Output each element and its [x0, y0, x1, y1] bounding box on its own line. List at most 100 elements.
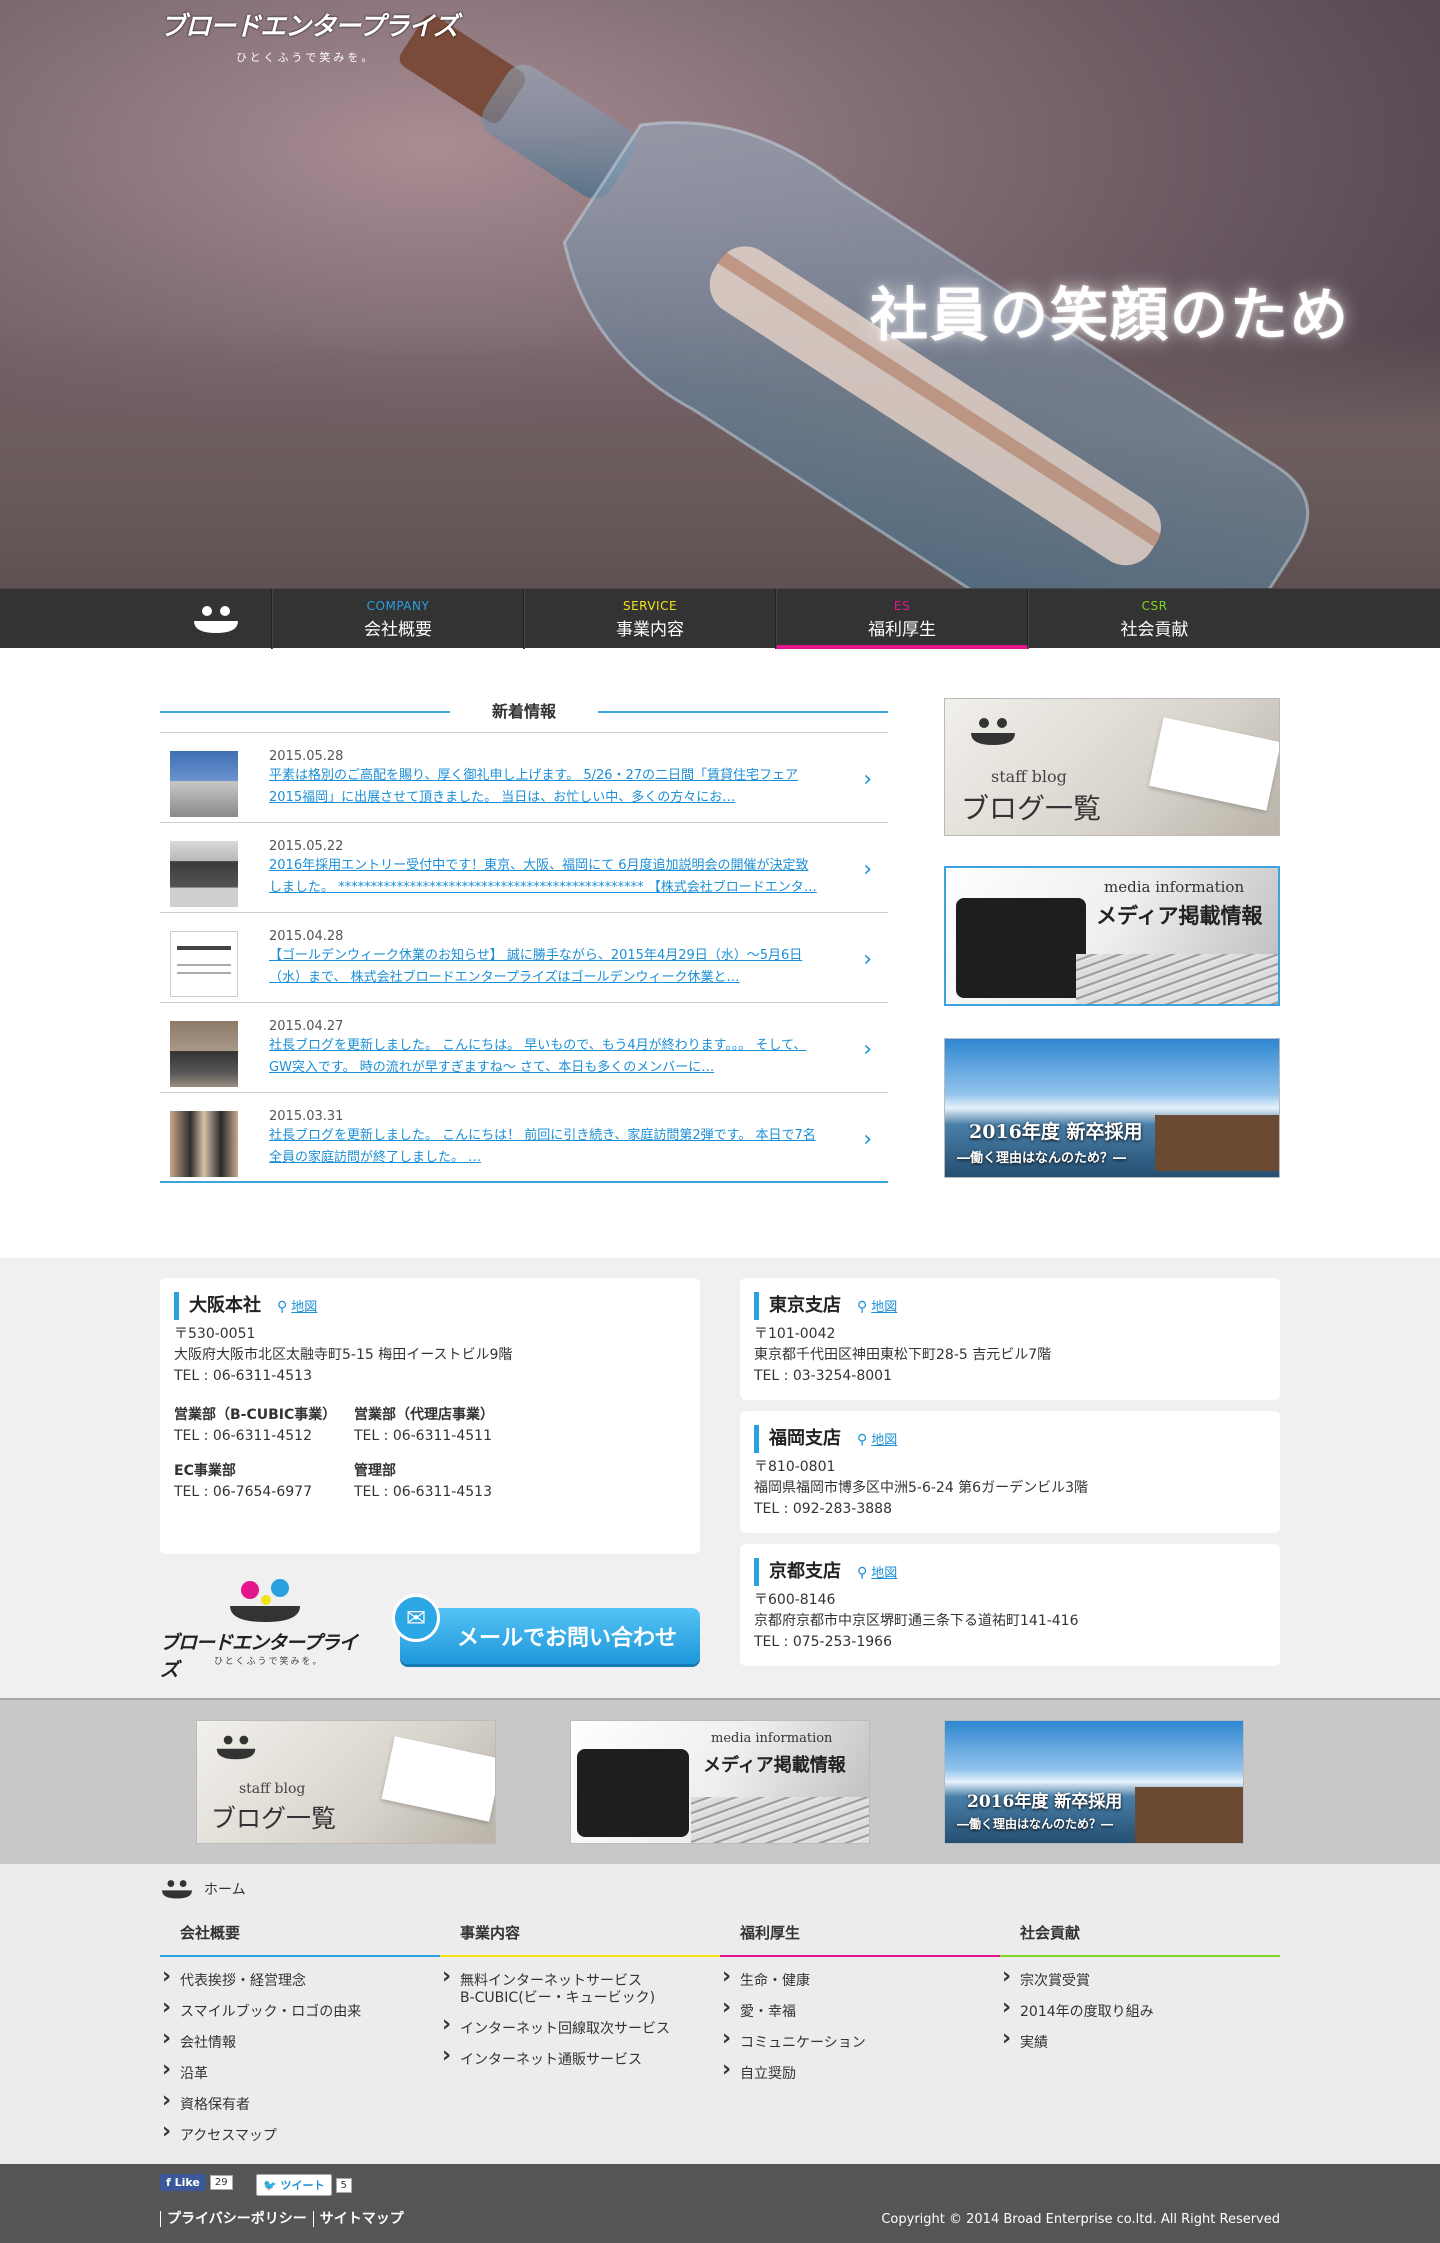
facebook-like-label: Like: [174, 2176, 200, 2189]
recruit-banner-small[interactable]: 2016年度 新卒採用 ―働く理由はなんのため？―: [944, 1720, 1244, 1844]
office-tel: TEL : 075-253-1966: [754, 1634, 892, 1650]
map-link[interactable]: 地図: [871, 1433, 897, 1448]
news-item[interactable]: 2015.03.31 社長ブログを更新しました。 こんにちは！ 前回に引き続き、…: [160, 1093, 888, 1183]
site-logo[interactable]: ブロードエンタープライズ ひとくふうで笑みを。: [160, 6, 470, 68]
sitemap-link[interactable]: 2014年の度取り組み: [1000, 1996, 1280, 2027]
nav-company[interactable]: COMPANY 会社概要: [272, 589, 524, 649]
nav-csr[interactable]: CSR 社会貢献: [1028, 589, 1280, 649]
news-item[interactable]: 2015.05.22 2016年採用エントリー受付中です！東京、大阪、福岡にて …: [160, 823, 888, 913]
sitemap-link[interactable]: 会社情報: [160, 2027, 440, 2058]
news-item[interactable]: 2015.04.28 【ゴールデンウィーク休業のお知らせ】 誠に勝手ながら、20…: [160, 913, 888, 1003]
media-banner-jp: メディア掲載情報: [1096, 903, 1263, 928]
footer-logo-tagline: ひとくふうで笑みを。: [214, 1657, 324, 1667]
facebook-like-button[interactable]: f Like: [160, 2174, 206, 2191]
sitemap-col-title: 福利厚生: [720, 1922, 1000, 1957]
sitemap-col-service: 事業内容 無料インターネットサービス B-CUBIC(ビー・キュービック) イン…: [440, 1922, 720, 2075]
media-banner-en: media information: [1104, 878, 1245, 896]
facebook-like-count: 29: [209, 2175, 233, 2190]
news-thumbnail: [170, 751, 238, 817]
global-nav: COMPANY 会社概要 SERVICE 事業内容 ES 福利厚生 CSR 社会…: [0, 588, 1440, 649]
nav-service[interactable]: SERVICE 事業内容: [524, 589, 776, 649]
news-item[interactable]: 2015.04.27 社長ブログを更新しました。 こんにちは。 早いもので、もう…: [160, 1003, 888, 1093]
sitemap-home[interactable]: ホーム: [160, 1878, 246, 1900]
news-link[interactable]: 【ゴールデンウィーク休業のお知らせ】 誠に勝手ながら、2015年4月29日（水）…: [269, 945, 819, 989]
chevron-right-icon[interactable]: ›: [863, 767, 872, 792]
tweet-count: 5: [335, 2177, 352, 2193]
sitemap-link[interactable]: インターネット通販サービス: [440, 2044, 720, 2075]
blog-banner-jp: ブログ一覧: [211, 1804, 337, 1833]
office-card-osaka: 大阪本社 ⚲ 地図 〒530-0051 大阪府大阪市北区太融寺町5-15 梅田イース…: [160, 1278, 700, 1554]
news-date: 2015.05.22: [269, 839, 344, 854]
office-name: 大阪本社: [189, 1295, 261, 1316]
dept-block: EC事業部 TEL : 06-7654-6977: [174, 1461, 354, 1503]
chevron-right-icon[interactable]: ›: [863, 947, 872, 972]
footer: f Like 29 🐦 ツイート 5 プライバシーポリシー サイトマップ Copy…: [0, 2164, 1440, 2243]
facebook-like[interactable]: f Like 29: [160, 2174, 233, 2191]
sitemap: ホーム 会社概要 代表挨拶・経営理念 スマイルブック・ロゴの由来 会社情報 沿革…: [0, 1864, 1440, 2164]
recruit-banner[interactable]: 2016年度 新卒採用 ―働く理由はなんのため？―: [944, 1038, 1280, 1178]
tweet-button[interactable]: 🐦 ツイート: [256, 2174, 332, 2196]
sitemap-link[interactable]: 沿革: [160, 2058, 440, 2089]
mail-icon: ✉: [392, 1594, 440, 1642]
camera-image: [577, 1749, 689, 1837]
news-thumbnail: [170, 931, 238, 997]
sitemap-col-es: 福利厚生 生命・健康 愛・幸福 コミュニケーション 自立奨励: [720, 1922, 1000, 2089]
smile-logo-icon: [216, 1735, 256, 1760]
news-thumbnail: [170, 1111, 238, 1177]
news-link[interactable]: 2016年採用エントリー受付中です！東京、大阪、福岡にて 6月度追加説明会の開催…: [269, 855, 819, 899]
news-date: 2015.04.27: [269, 1019, 344, 1034]
sitemap-home-label: ホーム: [204, 1882, 246, 1898]
chevron-right-icon[interactable]: ›: [863, 1127, 872, 1152]
news-link[interactable]: 社長ブログを更新しました。 こんにちは！ 前回に引き続き、家庭訪問第2弾です。 …: [269, 1125, 819, 1169]
sitemap-link-footer[interactable]: サイトマップ: [312, 2211, 410, 2227]
sitemap-link[interactable]: コミュニケーション: [720, 2027, 1000, 2058]
news-link[interactable]: 社長ブログを更新しました。 こんにちは。 早いもので、もう4月が終わります。。。…: [269, 1035, 819, 1079]
sitemap-link[interactable]: 自立奨励: [720, 2058, 1000, 2089]
nav-company-en: COMPANY: [366, 599, 430, 613]
media-banner[interactable]: media information メディア掲載情報: [944, 866, 1280, 1006]
sitemap-link[interactable]: 資格保有者: [160, 2089, 440, 2120]
recruit-banner-sub: ―働く理由はなんのため？―: [957, 1817, 1114, 1831]
map-link[interactable]: 地図: [871, 1566, 897, 1581]
media-banner-en: media information: [711, 1731, 833, 1746]
office-tel: TEL : 03-3254-8001: [754, 1368, 892, 1384]
map-link[interactable]: 地図: [291, 1300, 317, 1315]
sitemap-link[interactable]: インターネット回線取次サービス: [440, 2013, 720, 2044]
contact-mail-button[interactable]: メールでお問い合わせ: [400, 1608, 700, 1664]
sitemap-link[interactable]: 無料インターネットサービス B-CUBIC(ビー・キュービック): [440, 1965, 660, 2013]
map-link[interactable]: 地図: [871, 1300, 897, 1315]
sitemap-col-csr: 社会貢献 宗次賞受賞 2014年の度取り組み 実績: [1000, 1922, 1280, 2058]
nav-es[interactable]: ES 福利厚生: [776, 589, 1028, 649]
media-banner-small[interactable]: media information メディア掲載情報: [570, 1720, 870, 1844]
office-address: 大阪府大阪市北区太融寺町5-15 梅田イーストビル9階: [174, 1347, 513, 1363]
chevron-right-icon[interactable]: ›: [863, 857, 872, 882]
news-item[interactable]: 2015.05.28 平素は格別のご高配を賜り、厚く御礼申し上げます。 5/26…: [160, 733, 888, 823]
sitemap-link[interactable]: 宗次賞受賞: [1000, 1965, 1280, 1996]
tweet[interactable]: 🐦 ツイート 5: [256, 2174, 352, 2196]
sitemap-link[interactable]: 実績: [1000, 2027, 1280, 2058]
map-pin-icon: ⚲: [857, 1432, 868, 1448]
office-title: 福岡支店 ⚲ 地図: [754, 1425, 1266, 1453]
blog-banner-en: staff blog: [991, 767, 1067, 786]
privacy-link[interactable]: プライバシーポリシー: [160, 2211, 313, 2227]
dept-tel: TEL : 06-6311-4513: [354, 1484, 492, 1500]
office-card-tokyo: 東京支店 ⚲ 地図 〒101-0042 東京都千代田区神田東松下町28-5 吉元ビル…: [740, 1278, 1280, 1400]
sitemap-link[interactable]: 生命・健康: [720, 1965, 1000, 1996]
notebook-image: [1149, 717, 1279, 811]
sitemap-link[interactable]: スマイルブック・ロゴの由来: [160, 1996, 440, 2027]
sitemap-link[interactable]: アクセスマップ: [160, 2120, 440, 2151]
footer-links: プライバシーポリシー サイトマップ: [160, 2208, 410, 2228]
blog-banner-small[interactable]: staff blog ブログ一覧: [196, 1720, 496, 1844]
nav-home-logo-icon[interactable]: [160, 589, 272, 649]
copyright: Copyright © 2014 Broad Enterprise co.ltd…: [881, 2212, 1280, 2227]
blog-banner[interactable]: staff blog ブログ一覧: [944, 698, 1280, 836]
office-address: 東京都千代田区神田東松下町28-5 吉元ビル7階: [754, 1347, 1052, 1363]
chevron-right-icon[interactable]: ›: [863, 1037, 872, 1062]
news-link[interactable]: 平素は格別のご高配を賜り、厚く御礼申し上げます。 5/26・27の二日間「賃貸住…: [269, 765, 819, 809]
footer-logo[interactable]: ブロードエンタープライズ ひとくふうで笑みを。: [160, 1578, 370, 1681]
dept-block: 管理部 TEL : 06-6311-4513: [354, 1461, 574, 1503]
sitemap-link[interactable]: 愛・幸福: [720, 1996, 1000, 2027]
sitemap-link[interactable]: 代表挨拶・経営理念: [160, 1965, 440, 1996]
news-heading: 新着情報: [491, 702, 556, 721]
news-heading-row: 新着情報: [160, 698, 888, 728]
